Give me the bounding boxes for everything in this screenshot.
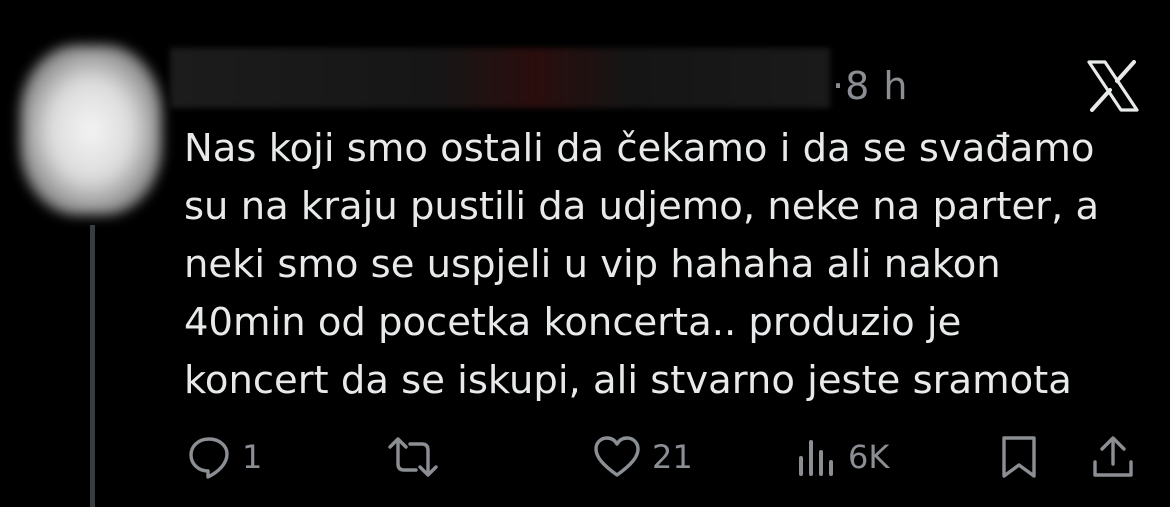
share-button[interactable] <box>1090 425 1136 489</box>
bookmark-icon <box>998 434 1040 480</box>
views-button[interactable]: 6K <box>796 425 889 489</box>
like-button[interactable]: 21 <box>592 425 693 489</box>
reply-button[interactable]: 1 <box>186 425 262 489</box>
action-bar: 1 21 6K <box>0 425 1170 489</box>
views-icon <box>796 434 838 480</box>
x-logo-icon <box>1086 60 1140 112</box>
tweet[interactable]: ·8 h Nas koji smo ostali da čekamo i da … <box>0 0 1170 507</box>
heart-icon <box>592 434 642 480</box>
bookmark-button[interactable] <box>998 425 1040 489</box>
avatar[interactable] <box>20 45 162 215</box>
tweet-text: Nas koji smo ostali da čekamo i da se sv… <box>184 126 1100 403</box>
timestamp[interactable]: ·8 h <box>832 62 908 110</box>
views-count: 6K <box>848 438 890 476</box>
repost-icon <box>386 434 440 480</box>
share-icon <box>1090 434 1136 480</box>
repost-button[interactable] <box>386 425 450 489</box>
reply-count: 1 <box>242 438 263 476</box>
like-count: 21 <box>652 438 693 476</box>
author-name-redacted[interactable] <box>170 48 830 108</box>
reply-icon <box>186 434 232 480</box>
